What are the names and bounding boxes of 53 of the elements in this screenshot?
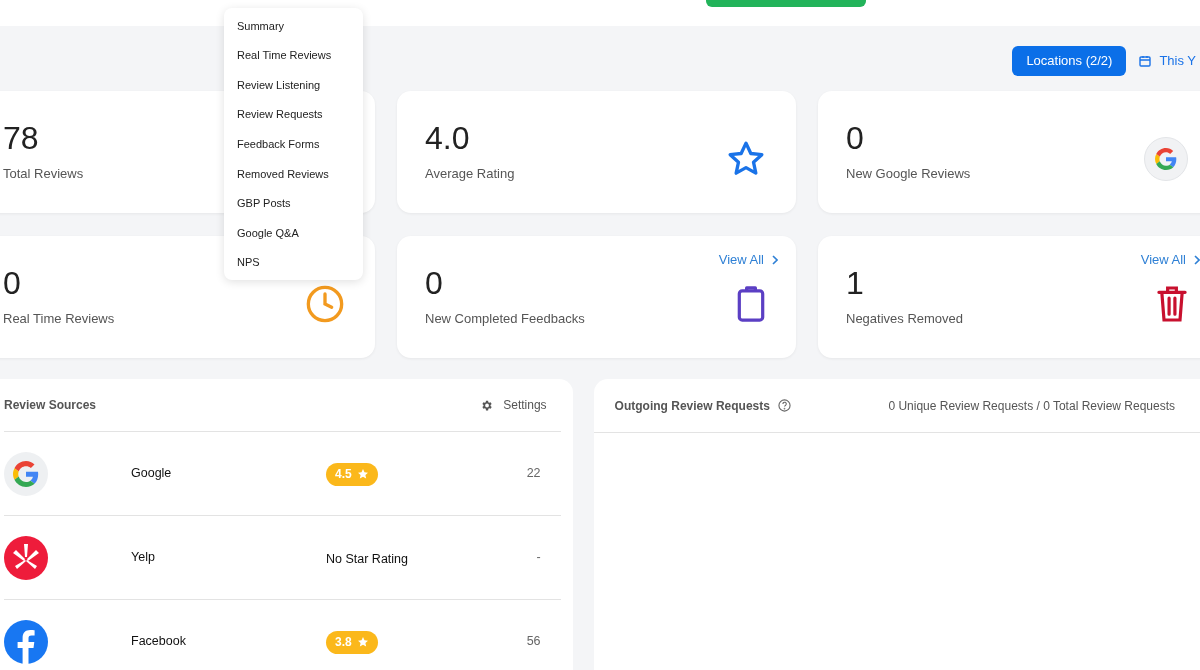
stat-value: 78 <box>3 120 39 157</box>
menu-item[interactable]: Removed Reviews <box>224 158 363 189</box>
clock-icon <box>305 284 345 324</box>
stat-label: Total Reviews <box>3 165 84 184</box>
facebook-logo <box>4 619 48 664</box>
clipboard-icon <box>736 285 766 323</box>
stat-value: 0 <box>846 120 864 157</box>
settings-button[interactable]: Settings <box>503 396 547 414</box>
help-icon <box>777 399 791 412</box>
menu-item[interactable]: Review Listening <box>224 70 363 100</box>
panel-title: Outgoing Review Requests <box>614 397 770 415</box>
rating-badge: 3.8 <box>326 630 378 654</box>
stat-value: 1 <box>846 265 864 302</box>
stat-value: 0 <box>425 265 443 302</box>
panel-title: Review Sources <box>4 397 98 414</box>
rating-text: No Star Rating <box>326 551 408 566</box>
menu-item[interactable]: Summary <box>224 11 363 41</box>
google-logo-icon <box>1155 148 1177 170</box>
google-logo-icon <box>13 460 39 487</box>
menu-item[interactable]: Review Requests <box>224 99 363 130</box>
chevron-right-icon <box>1194 254 1200 265</box>
review-count: 56 <box>526 633 541 651</box>
stat-label: Negatives Removed <box>846 310 964 329</box>
menu-item[interactable]: Feedback Forms <box>224 129 363 159</box>
date-range-link[interactable]: This Y <box>1159 51 1196 71</box>
menu-item[interactable]: Google Q&A <box>224 218 363 248</box>
view-all-link[interactable]: View All <box>718 250 778 270</box>
locations-button[interactable]: Locations (2/2) <box>1012 46 1127 76</box>
menu-item[interactable]: Real Time Reviews <box>224 40 363 71</box>
menu-item[interactable]: NPS <box>224 247 363 278</box>
view-all-link[interactable]: View All <box>1140 250 1200 270</box>
stat-value: 4.0 <box>425 120 470 157</box>
chevron-right-icon <box>772 254 778 265</box>
calendar-icon <box>1139 55 1152 67</box>
rating-badge: 4.5 <box>326 462 378 486</box>
requests-summary: 0 Unique Review Requests / 0 Total Review Requests <box>888 397 1175 415</box>
star-icon <box>356 468 369 481</box>
action-button[interactable] <box>706 0 866 7</box>
settings-icon <box>480 398 494 412</box>
review-count: 22 <box>526 465 541 483</box>
stat-label: New Completed Feedbacks <box>425 310 585 329</box>
stat-label: Average Rating <box>425 165 515 184</box>
review-count: - <box>536 549 541 567</box>
stat-label: New Google Reviews <box>846 165 971 184</box>
stat-value: 0 <box>3 265 21 302</box>
source-name: Facebook <box>131 633 187 651</box>
menu-item[interactable]: GBP Posts <box>224 188 363 219</box>
source-name: Yelp <box>131 549 156 567</box>
source-name: Google <box>131 465 173 483</box>
trash-icon <box>1156 285 1188 323</box>
star-icon <box>356 636 369 649</box>
stat-label: Real Time Reviews <box>3 310 115 329</box>
yelp-logo <box>4 535 48 580</box>
